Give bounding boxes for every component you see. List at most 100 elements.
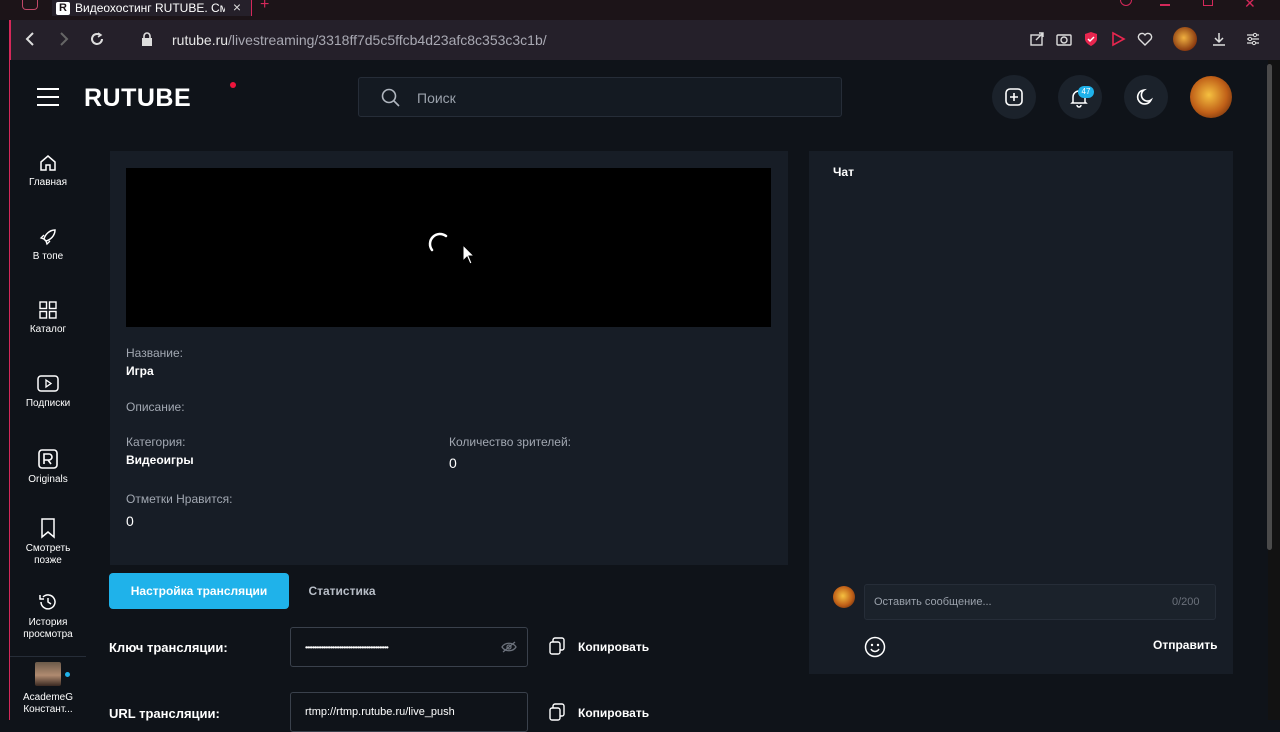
sidebar-user-channel[interactable]: AcademeG Констант... (10, 662, 86, 716)
sidebar-item-label: Originals (28, 474, 68, 485)
new-tab-icon[interactable]: + (260, 0, 269, 14)
tab-close-icon[interactable]: × (233, 0, 241, 14)
user-channel-name: AcademeG Констант... (22, 692, 74, 715)
heart-icon[interactable] (1137, 31, 1153, 47)
sidebar-item-history[interactable]: История просмотра (10, 591, 86, 641)
search-icon (381, 88, 400, 107)
chat-user-avatar (833, 586, 855, 608)
lock-icon (142, 32, 152, 46)
copy-url-button[interactable]: Копировать (548, 703, 658, 725)
likes-label: Отметки Нравится: (126, 492, 233, 506)
moon-icon (1136, 88, 1154, 105)
copy-url-label: Копировать (578, 706, 650, 720)
sidebar-item-label: Подписки (25, 398, 71, 409)
loading-spinner-icon (428, 232, 448, 252)
sidebar-item-home[interactable]: Главная (10, 153, 86, 188)
title-value: Игра (126, 364, 154, 378)
browser-tab-strip: R Видеохостинг RUTUBE. См × + ✕ (0, 0, 1280, 20)
stream-url-label: URL трансляции: (109, 706, 220, 721)
reload-icon[interactable] (89, 31, 105, 47)
notification-badge: 47 (1078, 86, 1094, 98)
viewers-label: Количество зрителей: (449, 435, 572, 449)
settings-sliders-icon[interactable] (1245, 31, 1261, 47)
bookmark-icon (41, 518, 55, 539)
play-icon[interactable] (1110, 31, 1126, 47)
sidebar-item-label: Каталог (29, 324, 67, 335)
likes-value: 0 (126, 513, 134, 529)
share-icon[interactable] (1029, 31, 1045, 47)
rocket-icon (39, 229, 56, 246)
rutube-logo[interactable]: RUTUBE (84, 84, 191, 113)
user-avatar[interactable] (1190, 76, 1232, 118)
emoji-icon[interactable] (864, 636, 886, 658)
address-bar[interactable]: rutube.ru/livestreaming/3318ff7d5c5ffcb4… (172, 32, 547, 48)
notifications-button[interactable]: 47 (1058, 75, 1102, 119)
sidebar-item-top[interactable]: В топе (10, 227, 86, 262)
user-channel-avatar (35, 662, 70, 686)
browser-tab[interactable]: R Видеохостинг RUTUBE. См × (52, 0, 252, 16)
sidebar-item-label: Смотреть позже (25, 543, 71, 566)
history-icon (39, 594, 56, 610)
tab-title: Видеохостинг RUTUBE. См (75, 1, 225, 15)
description-label: Описание: (126, 400, 185, 414)
chat-input-placeholder: Оставить сообщение... (874, 596, 992, 608)
camera-icon[interactable] (1056, 31, 1072, 47)
chat-title: Чат (833, 165, 854, 179)
chat-message-input[interactable]: Оставить сообщение... 0/200 (864, 584, 1216, 620)
copy-key-label: Копировать (578, 640, 650, 654)
grid-icon (39, 301, 57, 319)
stream-key-field[interactable]: ••••••••••••••••••••••••••••••••••••••••… (290, 627, 528, 667)
chat-char-counter: 0/200 (1172, 596, 1200, 608)
online-dot (65, 672, 70, 677)
sidebar-item-catalog[interactable]: Каталог (10, 300, 86, 335)
back-icon[interactable] (23, 31, 37, 47)
url-host: rutube.ru (172, 32, 229, 48)
page-scrollbar-thumb[interactable] (1267, 64, 1272, 550)
download-icon[interactable] (1211, 31, 1227, 47)
shield-icon[interactable] (1083, 31, 1099, 47)
mouse-cursor-icon (462, 244, 476, 265)
url-path: /livestreaming/3318ff7d5c5ffcb4d23afc8c3… (228, 32, 547, 48)
window-minimize-icon[interactable] (1160, 4, 1170, 6)
copy-key-button[interactable]: Копировать (548, 637, 658, 659)
stream-key-label: Ключ трансляции: (109, 640, 228, 655)
stream-url-field[interactable]: rtmp://rtmp.rutube.ru/live_push (290, 692, 528, 732)
profile-avatar-icon[interactable] (1173, 27, 1197, 51)
sidebar-item-originals[interactable]: Originals (10, 448, 86, 485)
copy-icon (549, 703, 565, 721)
sidebar-divider (10, 656, 86, 657)
hide-eye-icon[interactable] (501, 641, 517, 653)
sidebar-item-subscriptions[interactable]: Подписки (10, 374, 86, 409)
sidebar-item-watch-later[interactable]: Смотреть позже (10, 517, 86, 567)
search-bar[interactable]: Поиск (358, 77, 842, 117)
hamburger-menu-icon[interactable] (36, 87, 60, 107)
upload-button[interactable] (992, 75, 1036, 119)
tab-statistics[interactable]: Статистика (300, 573, 384, 609)
tab-stream-settings[interactable]: Настройка трансляции (109, 573, 289, 609)
title-label: Название: (126, 346, 183, 360)
theme-toggle-button[interactable] (1124, 75, 1168, 119)
video-player[interactable] (126, 168, 771, 327)
sidebar-item-label: В топе (32, 251, 64, 262)
copy-icon (549, 637, 565, 655)
stream-url-value: rtmp://rtmp.rutube.ru/live_push (305, 706, 455, 718)
logo-dot (230, 82, 236, 88)
window-close-icon[interactable]: ✕ (1244, 0, 1256, 12)
browser-menu-icon[interactable] (22, 0, 38, 10)
window-search-icon[interactable] (1120, 0, 1132, 6)
search-input[interactable]: Поиск (417, 90, 456, 106)
tab-favicon: R (56, 1, 70, 15)
stream-key-value: ••••••••••••••••••••••••••••••••••••••••… (305, 643, 389, 652)
category-label: Категория: (126, 435, 186, 449)
viewers-value: 0 (449, 455, 457, 471)
home-icon (40, 155, 56, 171)
chat-send-button[interactable]: Отправить (1153, 638, 1217, 652)
forward-icon[interactable] (57, 31, 71, 47)
window-maximize-icon[interactable] (1203, 0, 1213, 6)
subscriptions-icon (37, 375, 59, 392)
sidebar-item-label: История просмотра (23, 617, 73, 640)
originals-icon (38, 449, 58, 469)
add-video-icon (1005, 88, 1023, 106)
sidebar-item-label: Главная (28, 177, 68, 188)
category-value: Видеоигры (126, 453, 194, 467)
